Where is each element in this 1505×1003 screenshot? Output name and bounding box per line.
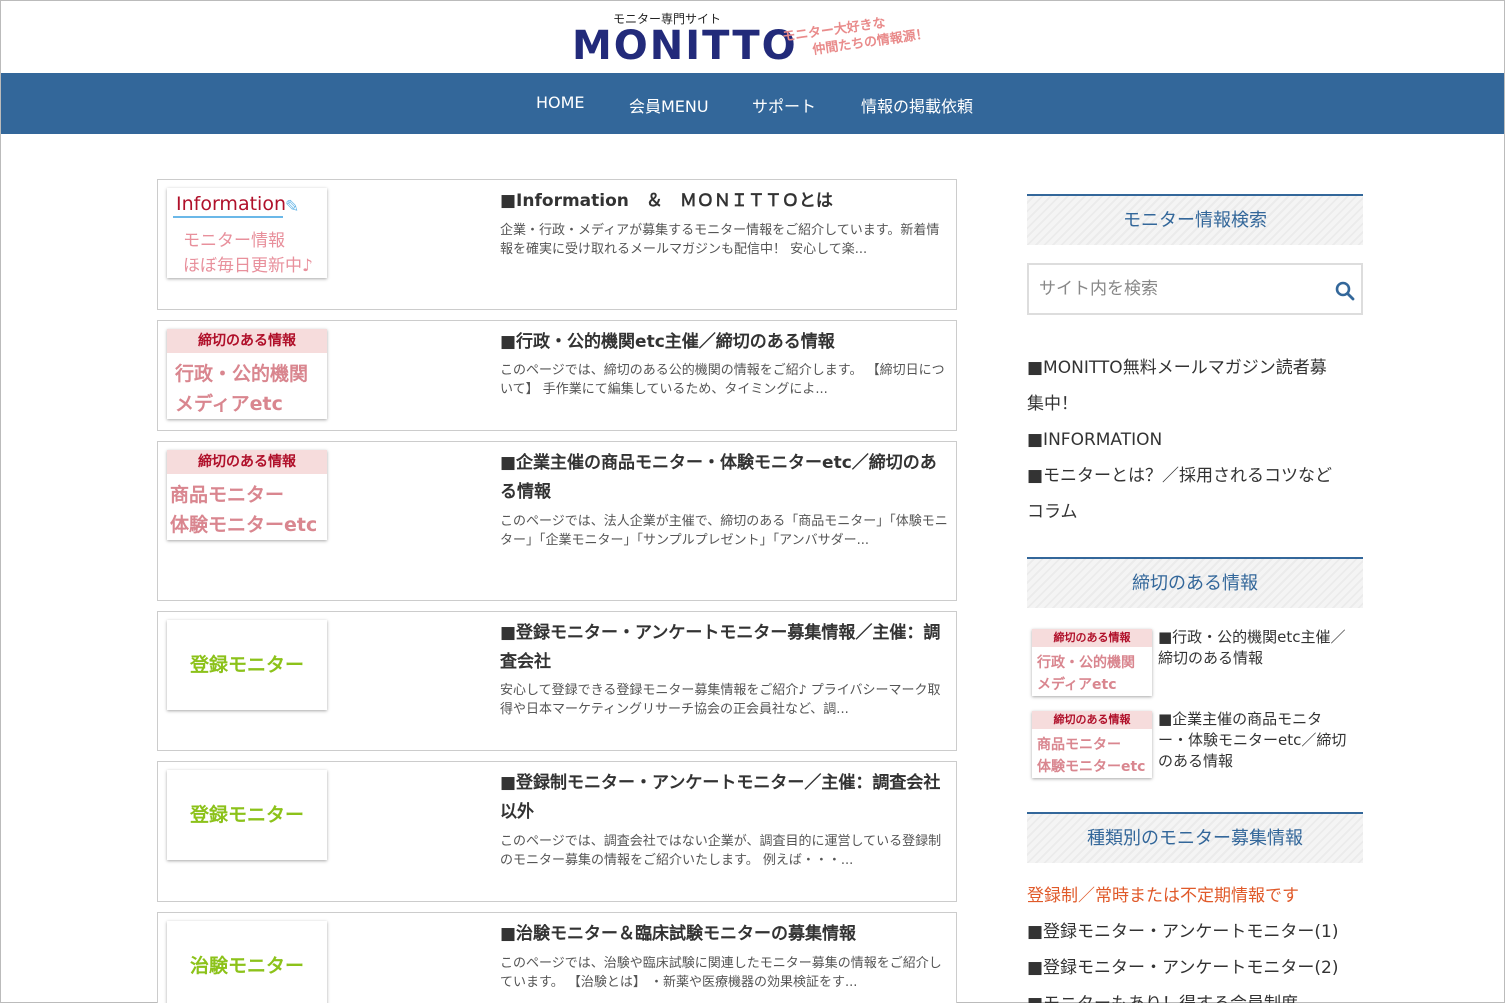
article-card[interactable]: 登録モニター ■登録モニター・アンケートモニター募集情報／主催：調査会社 安心し… xyxy=(157,611,957,751)
thumb-label: 登録モニター xyxy=(189,804,304,826)
sidebar-link-mailmag[interactable]: ■MONITTO無料メールマガジン読者募 xyxy=(1027,350,1367,386)
thumb-band: 締切のある情報 xyxy=(1032,711,1152,729)
article-thumbnail[interactable]: 締切のある情報 商品モニター 体験モニターetc xyxy=(167,450,327,540)
article-title[interactable]: ■登録モニター・アンケートモニター募集情報／主催：調査会社 xyxy=(500,619,952,677)
thumb-line-2: ほぼ毎日更新中♪ xyxy=(183,256,313,276)
thumb-label: Information xyxy=(176,193,286,215)
underline-decoration xyxy=(173,216,283,218)
sidebar-thumbnail[interactable]: 締切のある情報 行政・公的機関 メディアetc xyxy=(1032,629,1152,696)
thumb-line-1: 行政・公的機関 xyxy=(1037,655,1135,671)
thumb-line-2: メディアetc xyxy=(175,393,283,415)
search-form xyxy=(1027,263,1363,315)
article-card[interactable]: Information ✎ モニター情報 ほぼ毎日更新中♪ ■Informati… xyxy=(157,179,957,310)
sidebar-type-link[interactable]: ■登録モニター・アンケートモニター(1) xyxy=(1027,914,1367,950)
thumb-line-1: 商品モニター xyxy=(170,484,285,506)
article-excerpt: このページでは、法人企業が主催で、締切のある「商品モニター」「体験モニター」「企… xyxy=(500,514,948,548)
thumb-label: 治験モニター xyxy=(189,955,304,977)
sidebar-deadline-link[interactable]: ■行政・公的機関etc主催／ 締切のある情報 xyxy=(1158,627,1363,669)
article-thumbnail[interactable]: 締切のある情報 行政・公的機関 メディアetc xyxy=(167,329,327,419)
article-card[interactable]: 登録モニター ■登録制モニター・アンケートモニター／主催：調査会社以外 このペー… xyxy=(157,761,957,902)
sidebar-thumbnail[interactable]: 締切のある情報 商品モニター 体験モニターetc xyxy=(1032,711,1152,778)
article-excerpt: このページでは、治験や臨床試験に関連したモニター募集の情報をご紹介しています。 … xyxy=(500,956,942,990)
thumb-label: 登録モニター xyxy=(189,654,304,676)
article-title[interactable]: ■登録制モニター・アンケートモニター／主催：調査会社以外 xyxy=(500,769,952,827)
thumb-line-2: 体験モニターetc xyxy=(170,514,318,536)
pencil-icon: ✎ xyxy=(285,197,300,217)
search-widget-title: モニター情報検索 xyxy=(1027,194,1363,245)
thumb-band: 締切のある情報 xyxy=(167,329,327,353)
site-header: モニター専門サイト MONITTO モニター大好きな 仲間たちの情報源！ xyxy=(1,1,1504,73)
article-excerpt: 安心して登録できる登録モニター募集情報をご紹介♪ プライバシーマーク取得や日本マ… xyxy=(500,683,941,717)
link-line-1: ■行政・公的機関etc主催／ xyxy=(1158,628,1346,646)
thumb-band: 締切のある情報 xyxy=(167,450,327,474)
link-line-1: ■企業主催の商品モニタ xyxy=(1158,710,1323,728)
article-thumbnail[interactable]: 登録モニター xyxy=(167,770,327,860)
article-card[interactable]: 締切のある情報 商品モニター 体験モニターetc ■企業主催の商品モニター・体験… xyxy=(157,441,957,601)
link-line-2: 締切のある情報 xyxy=(1158,649,1264,667)
deadline-widget-title: 締切のある情報 xyxy=(1027,557,1363,608)
article-excerpt: このページでは、調査会社ではない企業が、調査目的に運営している登録制のモニター募… xyxy=(500,834,942,868)
site-logo[interactable]: MONITTO xyxy=(572,23,798,69)
thumb-band: 締切のある情報 xyxy=(1032,629,1152,647)
nav-item-support[interactable]: サポート xyxy=(752,93,816,117)
thumb-line-1: モニター情報 xyxy=(183,231,285,251)
sidebar-deadline-link[interactable]: ■企業主催の商品モニタ ー・体験モニターetc／締切 のある情報 xyxy=(1158,709,1363,772)
sidebar-link-mailmag-cont[interactable]: 集中！ xyxy=(1027,386,1367,422)
nav-item-listing-request[interactable]: 情報の掲載依頼 xyxy=(861,93,973,117)
article-card[interactable]: 締切のある情報 行政・公的機関 メディアetc ■行政・公的機関etc主催／締切… xyxy=(157,320,957,431)
types-note: 登録制／常時または不定期情報です xyxy=(1027,886,1299,906)
article-excerpt: このページでは、締切のある公的機関の情報をご紹介します。 【締切日について】 手… xyxy=(500,363,945,397)
article-title[interactable]: ■Information ＆ ＭＯＮＩＴＴＯとは xyxy=(500,187,952,216)
article-card[interactable]: 治験モニター ■治験モニター＆臨床試験モニターの募集情報 このページでは、治験や… xyxy=(157,912,957,1003)
sidebar-link-column[interactable]: ■モニターとは？／採用されるコツなど xyxy=(1027,458,1367,494)
sidebar-link-column-cont[interactable]: コラム xyxy=(1027,494,1367,530)
thumb-line-2: 体験モニターetc xyxy=(1037,759,1146,775)
article-title[interactable]: ■企業主催の商品モニター・体験モニターetc／締切のある情報 xyxy=(500,449,952,507)
article-title[interactable]: ■行政・公的機関etc主催／締切のある情報 xyxy=(500,328,952,357)
thumb-line-1: 商品モニター xyxy=(1037,737,1121,753)
article-thumbnail[interactable]: 治験モニター xyxy=(167,921,327,1003)
thumb-line-2: メディアetc xyxy=(1037,677,1117,693)
article-title[interactable]: ■治験モニター＆臨床試験モニターの募集情報 xyxy=(500,920,952,949)
logo-tagline: モニター大好きな 仲間たちの情報源！ xyxy=(781,9,929,63)
search-icon[interactable] xyxy=(1335,281,1355,301)
search-input[interactable] xyxy=(1039,277,1319,301)
link-line-2: ー・体験モニターetc／締切 xyxy=(1158,731,1347,749)
sidebar-type-link[interactable]: ■登録モニター・アンケートモニター(2) xyxy=(1027,950,1367,986)
nav-item-member-menu[interactable]: 会員MENU xyxy=(629,93,709,117)
article-thumbnail[interactable]: Information ✎ モニター情報 ほぼ毎日更新中♪ xyxy=(167,188,327,278)
global-nav: HOME 会員MENU サポート 情報の掲載依頼 xyxy=(1,73,1504,134)
article-excerpt: 企業・行政・メディアが募集するモニター情報をご紹介しています。新着情報を確実に受… xyxy=(500,223,940,257)
sidebar-type-link[interactable]: ■モニターもあり！得する会員制度 xyxy=(1027,986,1367,1003)
types-widget-title: 種類別のモニター募集情報 xyxy=(1027,812,1363,863)
thumb-line-1: 行政・公的機関 xyxy=(175,363,309,385)
link-line-3: のある情報 xyxy=(1158,752,1234,770)
nav-item-home[interactable]: HOME xyxy=(536,93,585,112)
article-thumbnail[interactable]: 登録モニター xyxy=(167,620,327,710)
sidebar-link-information[interactable]: ■INFORMATION xyxy=(1027,422,1367,458)
